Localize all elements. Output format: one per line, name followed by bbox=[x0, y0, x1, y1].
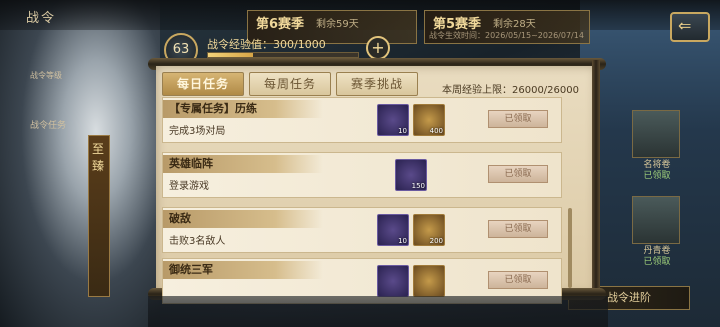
task-row: 【专属任务】历练 完成3场对局 10 400 已领取 bbox=[162, 97, 562, 143]
reward-quantity: 150 bbox=[411, 182, 425, 190]
task-description: 登录游戏 bbox=[169, 181, 209, 192]
bottom-shade bbox=[148, 296, 608, 327]
season-period: 战令生效时间：2026/05/15~2026/07/14 bbox=[429, 31, 584, 40]
reward-scroll-icon[interactable] bbox=[413, 265, 445, 297]
tab-weekly[interactable]: 每周任务 bbox=[249, 72, 331, 96]
tab-season[interactable]: 赛季挑战 bbox=[336, 72, 418, 96]
weekly-exp-limit: 本周经验上限：26000/26000 bbox=[442, 85, 579, 96]
reward-item-status: 已领取 bbox=[643, 171, 671, 181]
side-task-label: 战令任务 bbox=[30, 121, 67, 131]
reward-box-icon[interactable] bbox=[377, 265, 409, 297]
task-row: 破敌击败3名敌人 10 200 已领取 bbox=[162, 207, 562, 253]
reward-scroll-icon[interactable]: 200 bbox=[413, 214, 445, 246]
task-title: 英雄临阵 bbox=[169, 157, 213, 170]
task-title: 破敌 bbox=[169, 212, 191, 225]
character-art-left bbox=[0, 0, 160, 327]
season-remaining: 剩余59天 bbox=[316, 19, 359, 30]
reward-item-status: 已领取 bbox=[643, 257, 671, 267]
reward-box-icon[interactable]: 10 bbox=[377, 104, 409, 136]
tab-daily[interactable]: 每日任务 bbox=[162, 72, 244, 96]
reward-item-1[interactable] bbox=[632, 110, 680, 158]
reward-quantity: 400 bbox=[429, 127, 443, 135]
task-description: 击败3名敌人 bbox=[169, 236, 226, 247]
page-title: 战令 bbox=[26, 11, 57, 26]
season-name: 第6赛季 bbox=[256, 17, 305, 32]
claimed-button[interactable]: 已领取 bbox=[488, 271, 548, 289]
tier-tag: 至臻 bbox=[88, 135, 110, 297]
reward-quantity: 10 bbox=[398, 237, 407, 245]
task-title: 御统三军 bbox=[169, 263, 213, 276]
side-level-label: 战令等级 bbox=[30, 71, 62, 80]
claimed-button[interactable]: 已领取 bbox=[488, 165, 548, 183]
claimed-button[interactable]: 已领取 bbox=[488, 110, 548, 128]
task-row: 英雄临阵登录游戏 150 已领取 bbox=[162, 152, 562, 198]
tier-tag-label: 至臻 bbox=[92, 142, 105, 173]
claimed-button[interactable]: 已领取 bbox=[488, 220, 548, 238]
back-button[interactable]: ⇐ bbox=[670, 12, 710, 42]
task-description: 完成3场对局 bbox=[169, 126, 226, 137]
scroll-pole bbox=[592, 60, 600, 300]
task-list-scrollbar[interactable] bbox=[568, 208, 572, 288]
exp-label: 战令经验值：300/1000 bbox=[207, 38, 326, 51]
season-tab-previous[interactable]: 第5赛季 剩余28天 战令生效时间：2026/05/15~2026/07/14 bbox=[424, 10, 590, 44]
season-remaining: 剩余28天 bbox=[493, 19, 536, 30]
reward-quantity: 200 bbox=[429, 237, 443, 245]
reward-box-icon[interactable]: 150 bbox=[395, 159, 427, 191]
add-exp-button[interactable]: + bbox=[366, 36, 390, 60]
back-arrow-icon: ⇐ bbox=[678, 16, 692, 35]
reward-scroll-icon[interactable]: 400 bbox=[413, 104, 445, 136]
exp-progress-fill bbox=[208, 53, 253, 57]
reward-quantity: 10 bbox=[398, 127, 407, 135]
task-title: 【专属任务】历练 bbox=[169, 102, 257, 115]
reward-box-icon[interactable]: 10 bbox=[377, 214, 409, 246]
reward-item-2[interactable] bbox=[632, 196, 680, 244]
